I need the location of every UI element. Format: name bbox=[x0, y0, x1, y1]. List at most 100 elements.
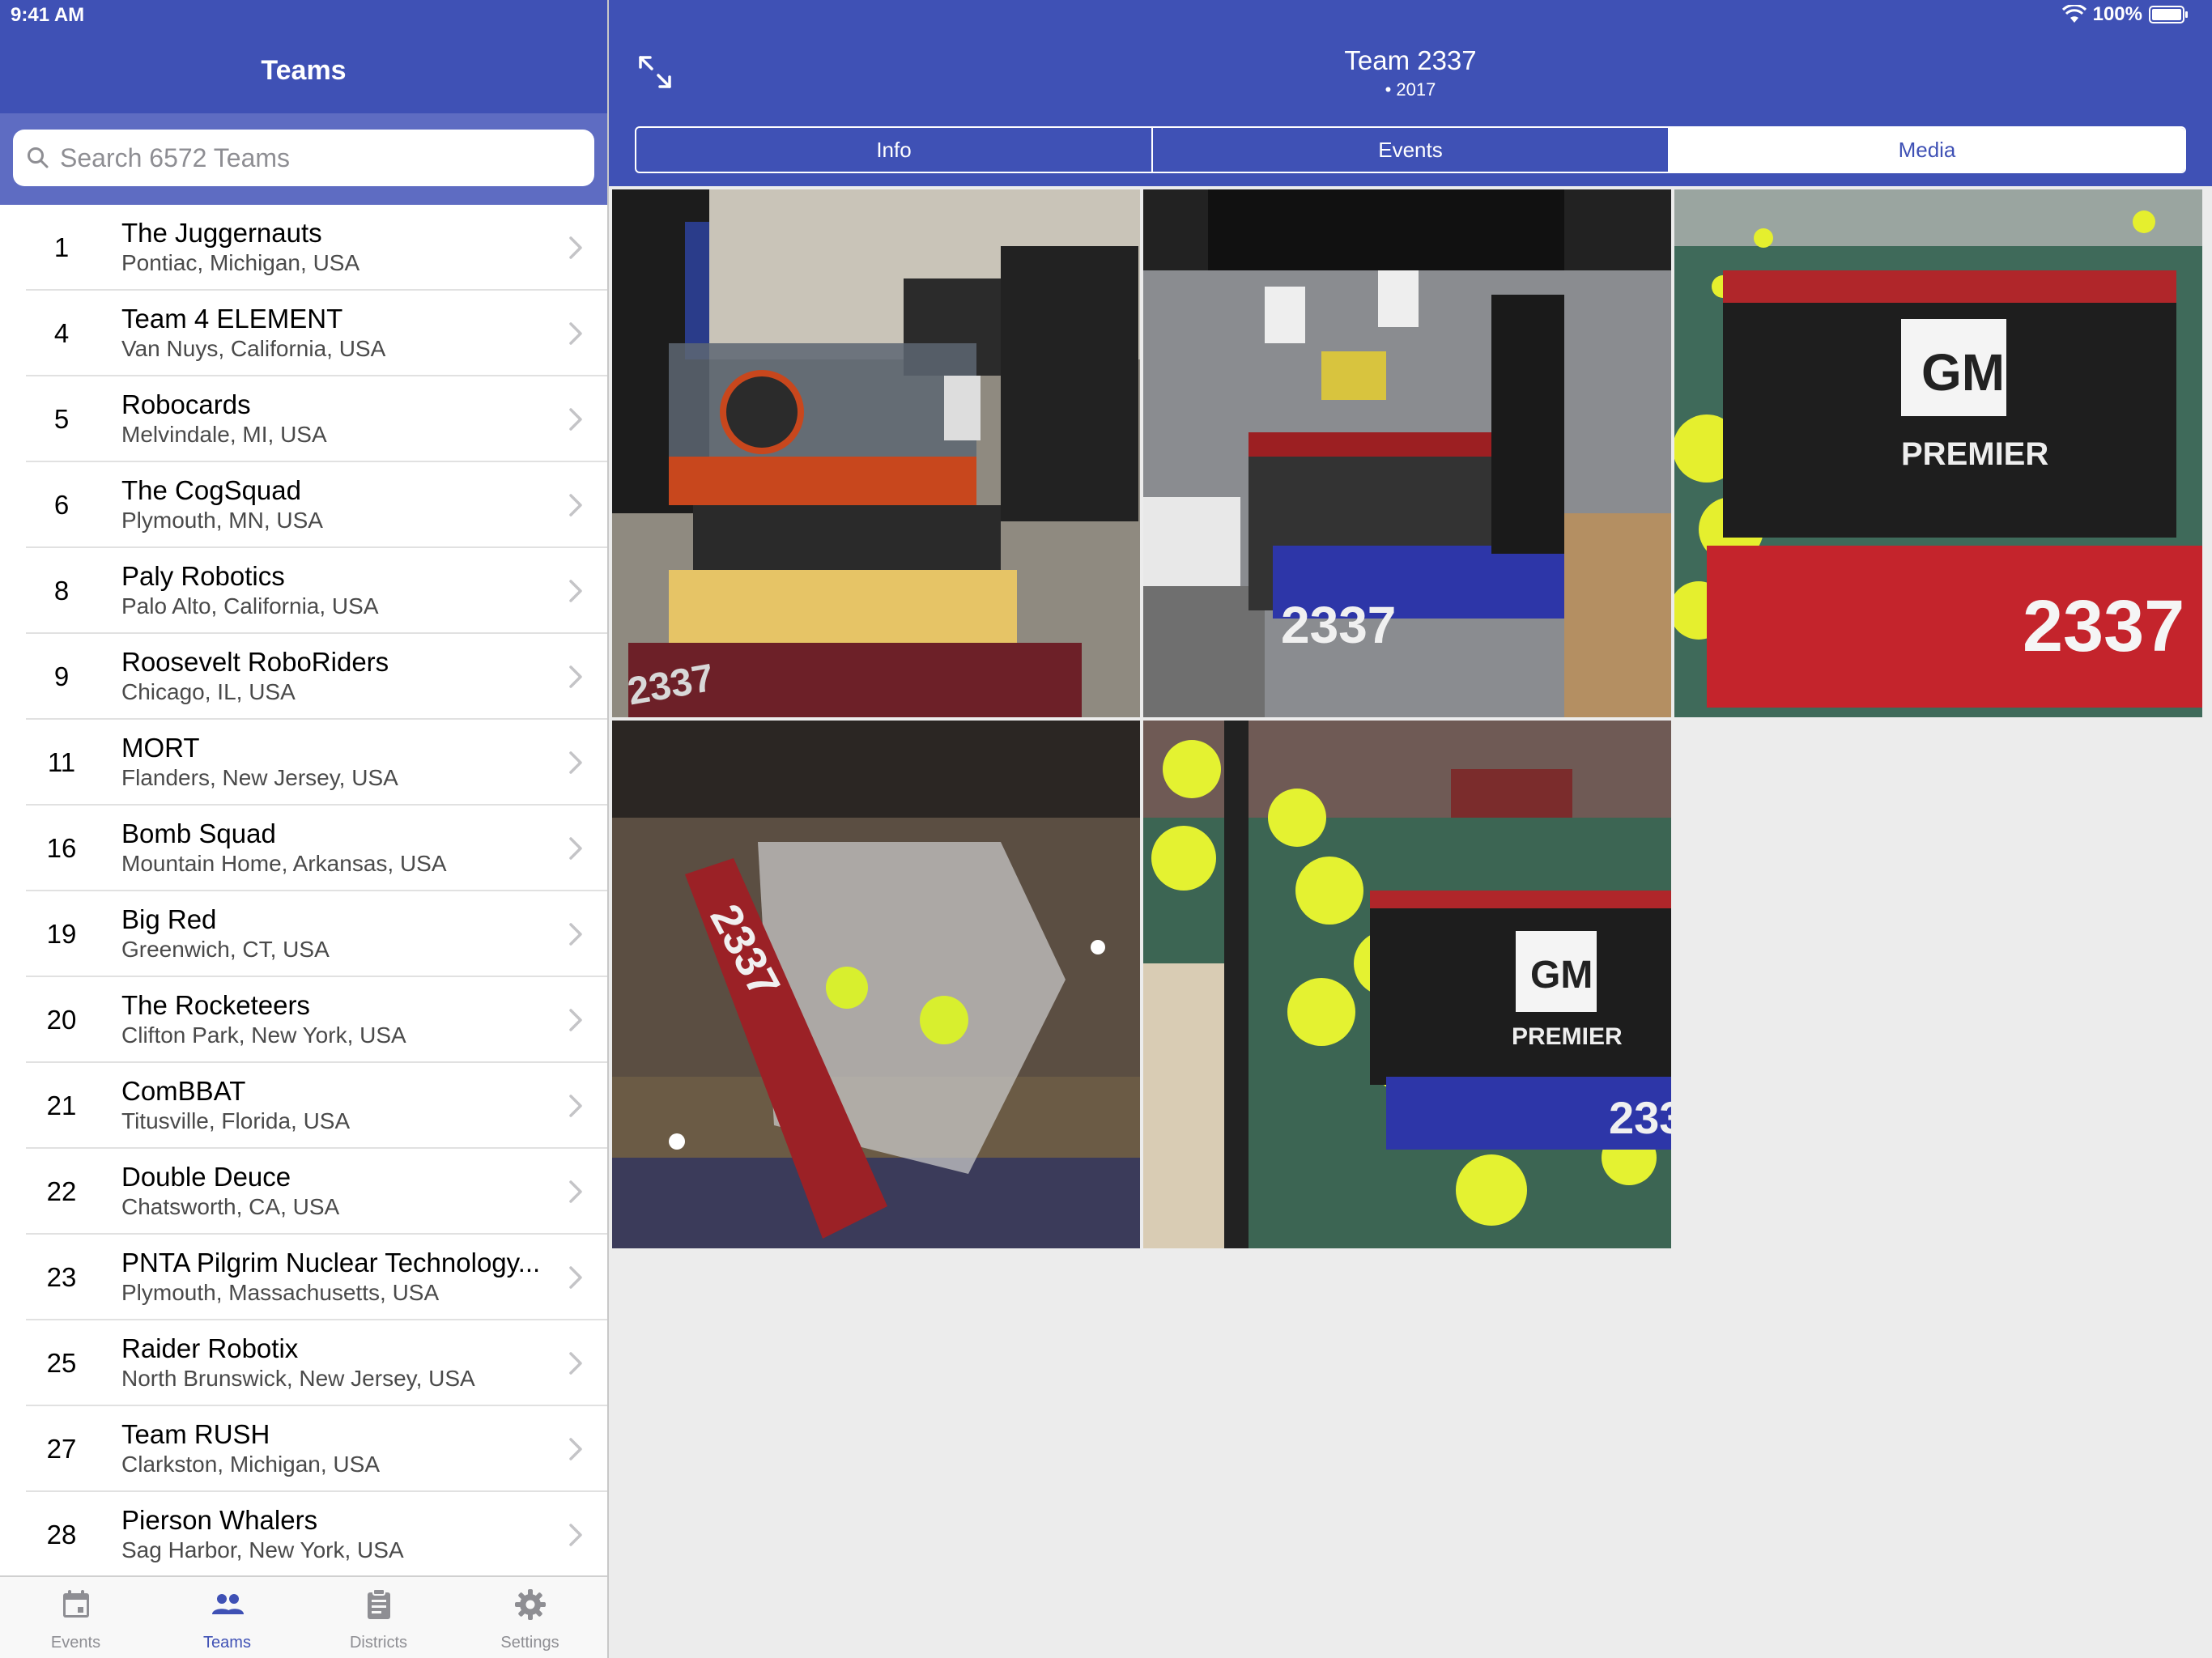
team-location: Chatsworth, CA, USA bbox=[121, 1194, 340, 1219]
team-row[interactable]: 22 Double Deuce Chatsworth, CA, USA bbox=[0, 1149, 607, 1235]
team-number: 19 bbox=[46, 919, 77, 949]
chevron-right-icon bbox=[569, 494, 582, 517]
team-location: Plymouth, MN, USA bbox=[121, 508, 323, 533]
chevron-right-icon bbox=[569, 236, 582, 259]
team-location: Palo Alto, California, USA bbox=[121, 593, 379, 619]
tab-teams[interactable]: Teams bbox=[151, 1577, 303, 1658]
team-location: Van Nuys, California, USA bbox=[121, 336, 386, 361]
gear-icon bbox=[515, 1589, 546, 1620]
pane-divider bbox=[607, 0, 609, 1658]
team-name: Team 4 ELEMENT bbox=[121, 304, 343, 334]
brand-text: GM bbox=[1530, 954, 1593, 997]
team-location: North Brunswick, New Jersey, USA bbox=[121, 1366, 475, 1391]
team-row[interactable]: 21 ComBBAT Titusville, Florida, USA bbox=[0, 1063, 607, 1149]
status-time: 9:41 AM bbox=[11, 4, 85, 26]
team-number: 1 bbox=[53, 232, 70, 262]
team-row[interactable]: 11 MORT Flanders, New Jersey, USA bbox=[0, 720, 607, 806]
team-row[interactable]: 8 Paly Robotics Palo Alto, California, USA bbox=[0, 548, 607, 634]
search-field[interactable] bbox=[13, 130, 594, 186]
team-location: Mountain Home, Arkansas, USA bbox=[121, 851, 447, 876]
tab-bar: Events Teams Districts Settings bbox=[0, 1575, 607, 1658]
team-subtitle: • 2017 bbox=[1385, 79, 1436, 100]
team-row[interactable]: 5 Robocards Melvindale, MI, USA bbox=[0, 376, 607, 462]
team-location: Flanders, New Jersey, USA bbox=[121, 765, 398, 790]
team-number: 6 bbox=[53, 490, 70, 520]
people-icon bbox=[212, 1594, 244, 1614]
chevron-right-icon bbox=[569, 751, 582, 774]
robot-photo-image: 2337 bbox=[1143, 189, 1671, 717]
chevron-right-icon bbox=[569, 837, 582, 860]
team-location: Clifton Park, New York, USA bbox=[121, 1022, 406, 1048]
team-row[interactable]: 27 Team RUSH Clarkston, Michigan, USA bbox=[0, 1406, 607, 1492]
team-name: The CogSquad bbox=[121, 475, 301, 505]
chevron-right-icon bbox=[569, 665, 582, 688]
media-photo-3[interactable]: GM PREMIER 2337 bbox=[1674, 189, 2202, 717]
robot-photo-image: GM PREMIER 2337 bbox=[1674, 189, 2202, 717]
team-row[interactable]: 9 Roosevelt RoboRiders Chicago, IL, USA bbox=[0, 634, 607, 720]
chevron-right-icon bbox=[569, 322, 582, 345]
team-row[interactable]: 20 The Rocketeers Clifton Park, New York, … bbox=[0, 977, 607, 1063]
team-location: Chicago, IL, USA bbox=[121, 679, 296, 704]
team-number: 8 bbox=[53, 576, 70, 606]
segment-events[interactable]: Events bbox=[1153, 128, 1670, 172]
team-name: The Rocketeers bbox=[121, 990, 310, 1020]
team-number: 4 bbox=[53, 318, 70, 348]
tab-label: Teams bbox=[203, 1634, 251, 1652]
team-title: Team 2337 bbox=[1344, 45, 1477, 75]
tab-label: Events bbox=[50, 1634, 101, 1652]
teams-nav-bar: 9:41 AM Teams bbox=[0, 0, 607, 113]
chevron-right-icon bbox=[569, 1180, 582, 1203]
team-number: 9 bbox=[53, 661, 70, 691]
team-number: 23 bbox=[46, 1262, 77, 1292]
team-row[interactable]: 28 Pierson Whalers Sag Harbor, New York, U… bbox=[0, 1492, 607, 1578]
team-number: 21 bbox=[46, 1090, 77, 1120]
status-indicators: 100% bbox=[2061, 3, 2196, 26]
tab-districts[interactable]: Districts bbox=[303, 1577, 454, 1658]
media-photo-2[interactable]: 2337 bbox=[1143, 189, 1671, 717]
tab-settings[interactable]: Settings bbox=[454, 1577, 606, 1658]
tab-label: Settings bbox=[500, 1634, 559, 1652]
robot-number-text: 233 bbox=[1609, 1092, 1671, 1143]
team-name: PNTA Pilgrim Nuclear Technology... bbox=[121, 1248, 541, 1278]
tab-events[interactable]: Events bbox=[0, 1577, 151, 1658]
team-row[interactable]: 4 Team 4 ELEMENT Van Nuys, California, USA bbox=[0, 291, 607, 376]
team-row[interactable]: 6 The CogSquad Plymouth, MN, USA bbox=[0, 462, 607, 548]
team-name: Team RUSH bbox=[121, 1419, 270, 1449]
team-name: Raider Robotix bbox=[121, 1333, 299, 1363]
chevron-right-icon bbox=[569, 1266, 582, 1289]
chevron-right-icon bbox=[569, 408, 582, 431]
team-name: Paly Robotics bbox=[121, 561, 285, 591]
team-detail-nav-bar: Team 2337 • 2017 100% Info Events Media bbox=[609, 0, 2212, 186]
media-photo-1[interactable]: 2337 bbox=[612, 189, 1140, 717]
team-row[interactable]: 19 Big Red Greenwich, CT, USA bbox=[0, 891, 607, 977]
search-bar bbox=[0, 113, 607, 205]
team-number: 16 bbox=[46, 833, 77, 863]
team-row[interactable]: 23 PNTA Pilgrim Nuclear Technology... Plym… bbox=[0, 1235, 607, 1320]
segment-media[interactable]: Media bbox=[1670, 128, 2184, 172]
team-location: Greenwich, CT, USA bbox=[121, 937, 330, 962]
team-location: Titusville, Florida, USA bbox=[121, 1108, 351, 1133]
chevron-right-icon bbox=[569, 1352, 582, 1375]
team-row[interactable]: 25 Raider Robotix North Brunswick, New Jer… bbox=[0, 1320, 607, 1406]
brand-text: GM bbox=[1921, 343, 2005, 402]
search-input[interactable] bbox=[60, 142, 578, 173]
team-row[interactable]: 16 Bomb Squad Mountain Home, Arkansas, USA bbox=[0, 806, 607, 891]
team-name: MORT bbox=[121, 733, 200, 763]
team-name: Double Deuce bbox=[121, 1162, 291, 1192]
media-photo-4[interactable]: 2337 bbox=[612, 721, 1140, 1248]
team-row[interactable]: 1 The Juggernauts Pontiac, Michigan, USA bbox=[0, 205, 607, 291]
team-name: Big Red bbox=[121, 904, 217, 934]
wifi-icon bbox=[2061, 5, 2087, 23]
chevron-right-icon bbox=[569, 580, 582, 602]
team-location: Clarkston, Michigan, USA bbox=[121, 1452, 381, 1477]
team-location: Melvindale, MI, USA bbox=[121, 422, 327, 447]
team-number: 20 bbox=[46, 1005, 77, 1035]
chevron-right-icon bbox=[569, 1438, 582, 1460]
team-number: 25 bbox=[46, 1348, 77, 1378]
segment-info[interactable]: Info bbox=[636, 128, 1153, 172]
team-location: Pontiac, Michigan, USA bbox=[121, 250, 360, 275]
team-name: The Juggernauts bbox=[121, 218, 322, 248]
team-name: ComBBAT bbox=[121, 1076, 246, 1106]
robot-number-text: 2337 bbox=[2023, 586, 2184, 667]
media-photo-5[interactable]: GM PREMIER 233 bbox=[1143, 721, 1671, 1248]
